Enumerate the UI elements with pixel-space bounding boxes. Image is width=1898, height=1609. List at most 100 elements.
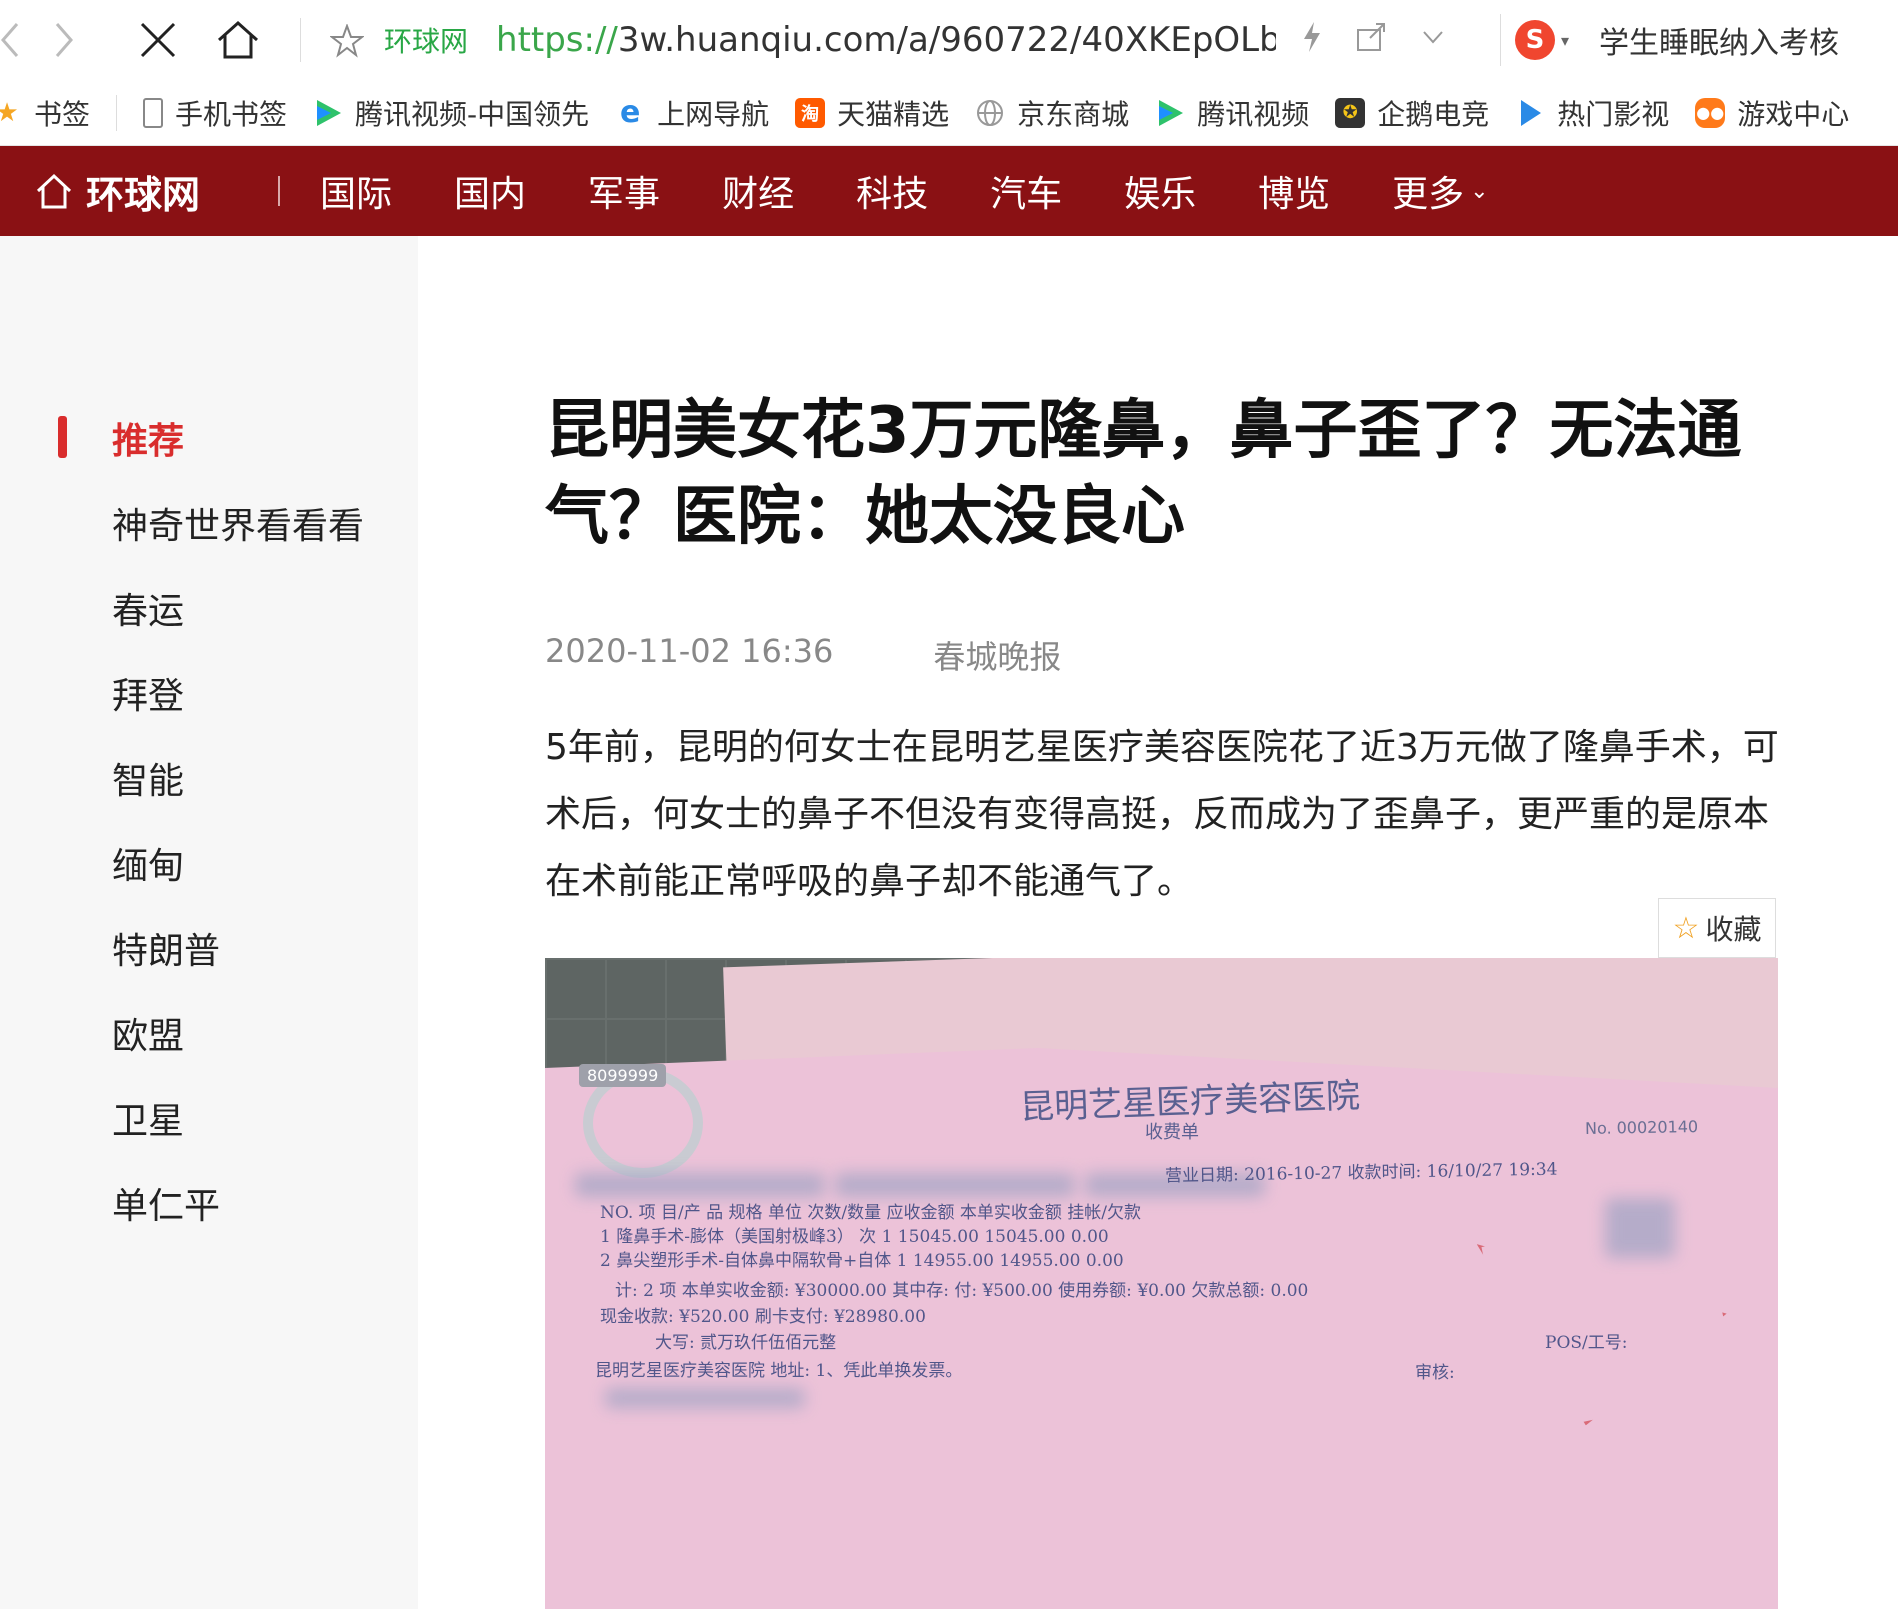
bookmark-item[interactable]: ●● 游戏中心 (1695, 80, 1850, 145)
article-meta: 2020-11-02 16:36 春城晚报 (545, 632, 1061, 678)
bookmark-label: 上网导航 (657, 97, 770, 131)
nav-item-domestic[interactable]: 国内 (454, 165, 526, 217)
phone-icon (143, 97, 164, 128)
nav-item-tech[interactable]: 科技 (856, 165, 928, 217)
sidebar-item-shan-renping[interactable]: 单仁平 (112, 1177, 220, 1229)
site-badge: 环球网 (384, 25, 469, 58)
bookmark-label: 书签 (34, 97, 91, 131)
sidebar-item-eu[interactable]: 欧盟 (112, 1007, 184, 1059)
bookmark-label: 手机书签 (175, 97, 288, 131)
article-source[interactable]: 春城晚报 (933, 632, 1061, 678)
ie-icon: e (619, 95, 641, 130)
article-date: 2020-11-02 16:36 (545, 632, 834, 670)
search-suggestion[interactable]: 学生睡眠纳入考核 (1599, 18, 1839, 62)
globe-icon (975, 98, 1005, 128)
receipt-amount-words: 大写: 贰万玖仟伍佰元整 (655, 1333, 837, 1353)
browser-toolbar: 环球网 https://3w.huanqiu.com/a/960722/40XK… (0, 0, 1898, 80)
penguin-icon: ✪ (1335, 97, 1366, 128)
bookmark-item[interactable]: 淘 天猫精选 (795, 80, 950, 145)
address-bar[interactable]: 环球网 https://3w.huanqiu.com/a/960722/40XK… (320, 14, 1470, 66)
nav-more-label: 更多 (1392, 174, 1465, 215)
site-logo[interactable]: 环球网 (34, 164, 200, 219)
bookmark-label: 热门影视 (1557, 97, 1670, 131)
bookmark-star-icon[interactable] (330, 24, 364, 58)
taobao-icon: 淘 (795, 97, 826, 128)
favorite-label: 收藏 (1705, 913, 1762, 946)
nav-item-expo[interactable]: 博览 (1258, 165, 1330, 217)
sidebar-item-smart[interactable]: 智能 (112, 752, 184, 804)
sidebar-item-satellite[interactable]: 卫星 (112, 1092, 184, 1144)
bookmark-label: 企鹅电竞 (1377, 97, 1490, 131)
url-protocol: https:// (496, 20, 618, 60)
bookmark-item[interactable]: 腾讯视频-中国领先 (313, 80, 590, 145)
bookmark-label: 京东商城 (1017, 97, 1130, 131)
url-path: 3w.huanqiu.com/a/960722/40XKEpOLbMo? (617, 20, 1277, 60)
article-image: 8099999 昆明艺星医疗美容医院 收费单 No. 00020140 营业日期… (545, 958, 1778, 1609)
sogou-icon[interactable]: S (1515, 20, 1555, 60)
bookmark-item[interactable]: 京东商城 (975, 80, 1130, 145)
receipt-header-line: NO. 项 目/产 品 规格 单位 次数/数量 应收金额 本单实收金额 挂帐/欠… (600, 1203, 1142, 1223)
bookmark-label: 腾讯视频-中国领先 (355, 97, 590, 131)
redacted-area (835, 1173, 1075, 1197)
address-actions (1300, 20, 1448, 54)
receipt-subtitle: 收费单 (1145, 1122, 1199, 1143)
bookmark-item[interactable]: e 上网导航 (615, 80, 770, 145)
receipt-number: No. 00020140 (1584, 1117, 1699, 1138)
hospital-logo-code: 8099999 (579, 1064, 667, 1087)
engine-dropdown-icon[interactable]: ▾ (1561, 31, 1569, 50)
bookmark-item[interactable]: ★ 书签 (0, 80, 91, 145)
url-text[interactable]: https://3w.huanqiu.com/a/960722/40XKEpOL… (496, 20, 1276, 60)
gamepad-icon: ●● (1695, 97, 1726, 128)
redacted-area (1605, 1198, 1675, 1258)
favorite-button[interactable]: ☆ 收藏 (1658, 898, 1776, 958)
bookmark-item[interactable]: 手机书签 (143, 80, 288, 145)
lightning-icon[interactable] (1300, 20, 1324, 54)
star-icon: ★ (0, 98, 22, 128)
article-title: 昆明美女花3万元隆鼻，鼻子歪了？无法通气？医院：她太没良心 (545, 394, 1742, 554)
site-nav: 环球网 国际 国内 军事 财经 科技 汽车 娱乐 博览 更多 ⌄ (0, 146, 1898, 236)
stop-icon[interactable] (128, 10, 188, 70)
receipt-item-line: 2 鼻尖塑形手术-自体鼻中隔软骨+自体 1 14955.00 14955.00 … (600, 1251, 1124, 1271)
bookmark-divider (116, 94, 118, 131)
chevron-down-icon[interactable] (1418, 22, 1448, 52)
receipt-audit-label: 审核: (1415, 1363, 1455, 1383)
sidebar-item-biden[interactable]: 拜登 (112, 667, 184, 719)
redacted-area (605, 1388, 805, 1408)
redacted-area (575, 1173, 825, 1197)
active-indicator (58, 416, 67, 458)
forward-icon[interactable] (34, 10, 94, 70)
nav-item-more[interactable]: 更多 ⌄ (1392, 165, 1488, 217)
sidebar-item-recommend[interactable]: 推荐 (112, 412, 184, 464)
nav-item-finance[interactable]: 财经 (722, 165, 794, 217)
sidebar-item-trump[interactable]: 特朗普 (112, 922, 220, 974)
sidebar-item-myanmar[interactable]: 缅甸 (112, 837, 184, 889)
bookmark-item[interactable]: 热门影视 (1515, 80, 1670, 145)
bookmark-item[interactable]: ✪ 企鹅电竞 (1335, 80, 1490, 145)
chevron-down-icon: ⌄ (1470, 178, 1489, 204)
nav-item-military[interactable]: 军事 (588, 165, 660, 217)
bookmarks-bar: ★ 书签 手机书签 腾讯视频-中国领先 e 上网导航 淘 天猫精选 京东商城 腾… (0, 80, 1898, 146)
receipt-total-line: 计: 2 项 本单实收金额: ¥30000.00 其中存: 付: ¥500.00… (615, 1281, 1309, 1301)
search-box[interactable]: S ▾ 学生睡眠纳入考核 (1500, 14, 1898, 66)
play-icon (313, 98, 343, 128)
video-icon (1515, 98, 1545, 128)
receipt-footer-line: 昆明艺星医疗美容医院 地址: 1、凭此单换发票。 (595, 1361, 963, 1381)
receipt-item-line: 1 隆鼻手术-膨体（美国射极峰3） 次 1 15045.00 15045.00 … (600, 1227, 1109, 1247)
article-paragraph: 5年前，昆明的何女士在昆明艺星医疗美容医院花了近3万元做了隆鼻手术，可术后，何女… (545, 727, 1779, 902)
site-logo-text: 环球网 (86, 172, 201, 217)
star-icon: ☆ (1672, 910, 1700, 946)
bookmark-item[interactable]: 腾讯视频 (1155, 80, 1309, 145)
sidebar-item-wonder-world[interactable]: 神奇世界看看看 (112, 497, 364, 549)
nav-item-international[interactable]: 国际 (320, 165, 392, 217)
sidebar-item-spring-festival[interactable]: 春运 (112, 582, 184, 634)
address-separator (300, 18, 301, 62)
nav-item-entertainment[interactable]: 娱乐 (1124, 165, 1196, 217)
receipt-cash-line: 现金收款: ¥520.00 刷卡支付: ¥28980.00 (600, 1307, 926, 1327)
nav-item-auto[interactable]: 汽车 (990, 165, 1062, 217)
play-icon (1155, 98, 1185, 128)
bookmark-label: 游戏中心 (1737, 97, 1850, 131)
share-icon[interactable] (1354, 20, 1388, 54)
home-icon[interactable] (208, 10, 268, 70)
bookmark-label: 天猫精选 (837, 97, 950, 131)
home-icon (36, 173, 72, 209)
